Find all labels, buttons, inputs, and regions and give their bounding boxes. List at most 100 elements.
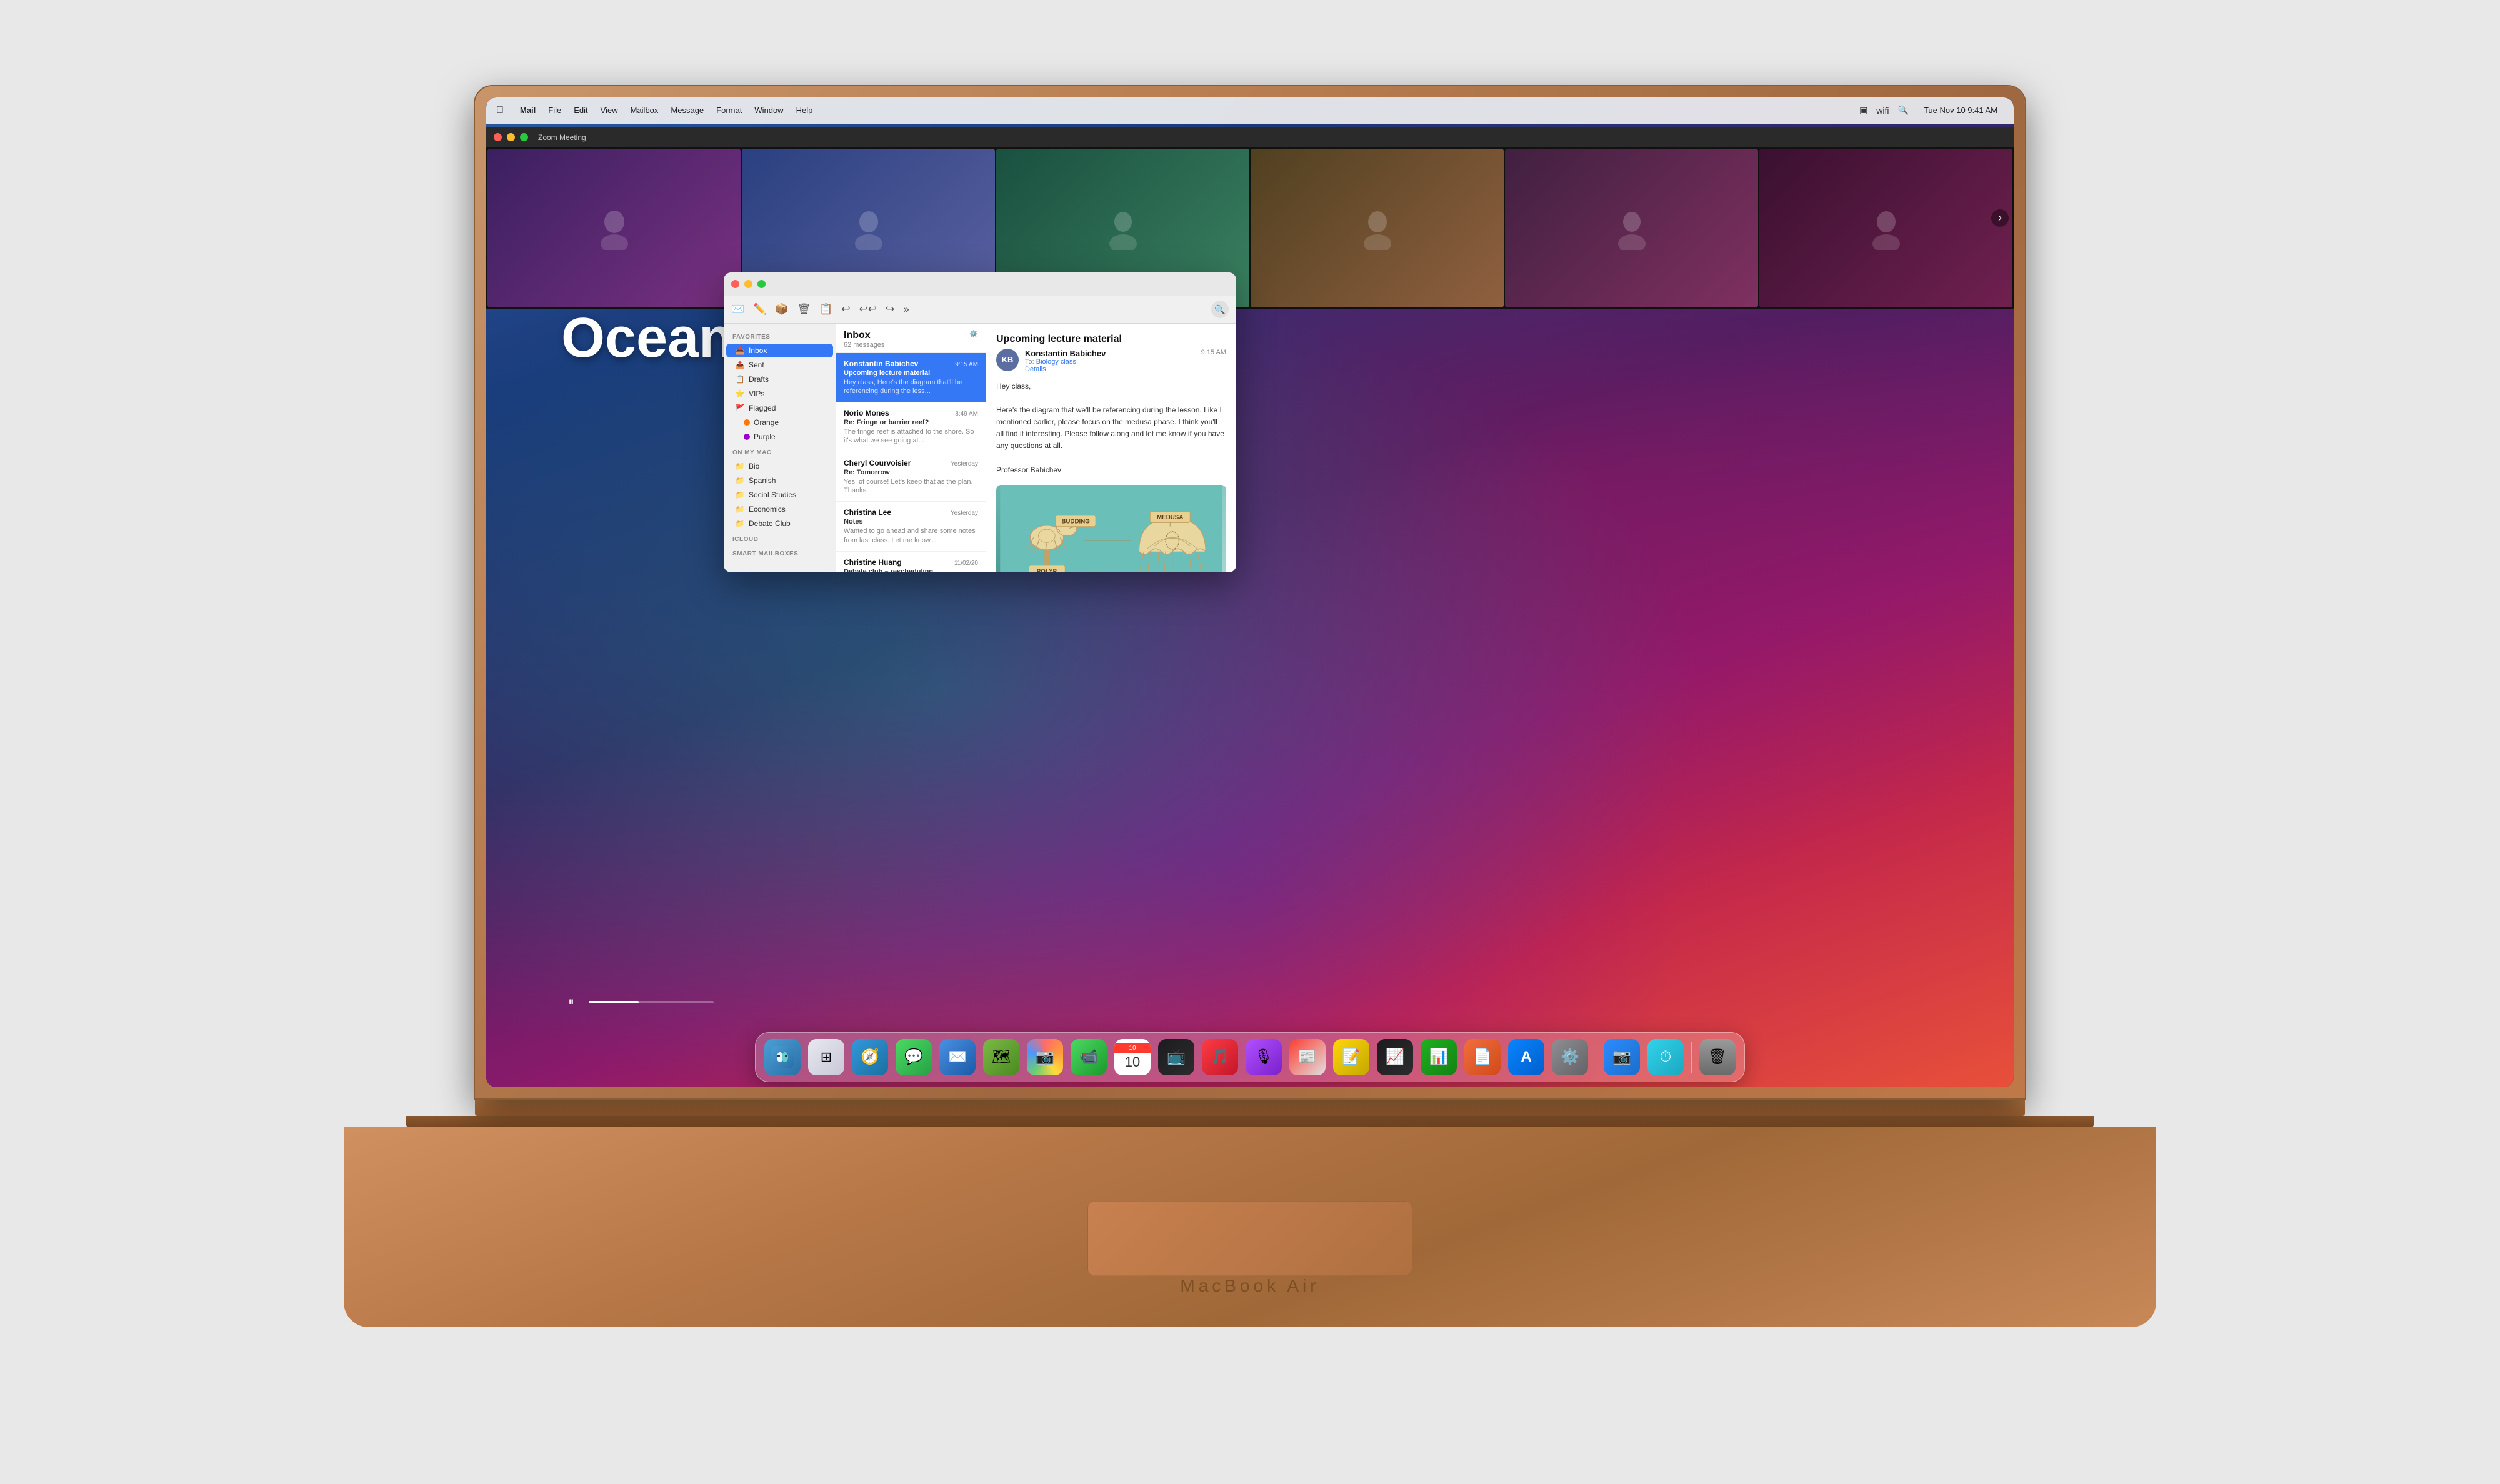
mail-item-2-preview: Yes, of course! Let's keep that as the p… xyxy=(844,477,978,495)
sort-button[interactable]: ⚙️ xyxy=(969,330,978,338)
sent-icon: 📤 xyxy=(735,361,745,369)
finder-icon xyxy=(764,1039,801,1075)
mail-item-0[interactable]: Konstantin Babichev 9:15 AM Upcoming lec… xyxy=(836,353,986,403)
mail-minimize-btn[interactable] xyxy=(744,280,752,288)
dock-finder[interactable] xyxy=(762,1037,803,1078)
sidebar-bio[interactable]: 📁 Bio xyxy=(726,459,833,473)
compose-icon[interactable]: ✏️ xyxy=(753,303,766,316)
dock-numbers[interactable]: 📊 xyxy=(1418,1037,1459,1078)
dock-appletv[interactable]: 📺 xyxy=(1156,1037,1197,1078)
calendar-icon: 10 10 xyxy=(1114,1039,1151,1075)
reply-icon[interactable]: ↩ xyxy=(841,303,850,316)
sidebar-sent[interactable]: 📤 Sent xyxy=(726,358,833,372)
dock-calendar[interactable]: 10 10 xyxy=(1112,1037,1153,1078)
dock-maps[interactable]: 🗺 xyxy=(981,1037,1022,1078)
dock-launchpad[interactable]: ⊞ xyxy=(806,1037,847,1078)
dock-messages[interactable]: 💬 xyxy=(893,1037,934,1078)
archive-icon[interactable]: 📦 xyxy=(775,303,788,316)
envelope-icon[interactable]: ✉️ xyxy=(731,303,744,316)
sidebar-purple[interactable]: Purple xyxy=(726,430,833,444)
dock-mail[interactable]: ✉️ xyxy=(937,1037,978,1078)
dock-facetime[interactable]: 📹 xyxy=(1068,1037,1109,1078)
mail-close-btn[interactable] xyxy=(731,280,739,288)
dock-photos[interactable]: 📷 xyxy=(1024,1037,1066,1078)
mail-item-3[interactable]: Christina Lee Yesterday Notes Wanted to … xyxy=(836,502,986,552)
menubar-help[interactable]: Help xyxy=(790,106,819,115)
sidebar-vips[interactable]: ⭐ VIPs xyxy=(726,387,833,401)
sidebar-spanish[interactable]: 📁 Spanish xyxy=(726,474,833,487)
drafts-icon: 📋 xyxy=(735,375,745,384)
sidebar-flagged[interactable]: 🚩 Flagged xyxy=(726,401,833,415)
sidebar-debate-club[interactable]: 📁 Debate Club xyxy=(726,517,833,530)
mail-item-2[interactable]: Cheryl Courvoisier Yesterday Re: Tomorro… xyxy=(836,452,986,502)
zoom-next-arrow[interactable]: › xyxy=(1991,209,2009,227)
dock-podcasts[interactable]: 🎙 xyxy=(1243,1037,1284,1078)
menubar-clock: Tue Nov 10 9:41 AM xyxy=(1918,106,2004,115)
forward-icon[interactable]: ↪ xyxy=(886,303,894,316)
details-link[interactable]: Details xyxy=(1025,366,1195,373)
mail-window: ✉️ ✏️ 📦 🗑 📋 ↩ ↩↩ ↪ » 🔍 xyxy=(724,272,1236,572)
detail-to-address[interactable]: Biology class xyxy=(1036,358,1076,366)
podcasts-icon: 🎙 xyxy=(1246,1039,1282,1075)
menubar-message[interactable]: Message xyxy=(664,106,710,115)
menubar-format[interactable]: Format xyxy=(710,106,748,115)
sidebar-social-studies[interactable]: 📁 Social Studies xyxy=(726,488,833,502)
folder-social-icon: 📁 xyxy=(735,491,745,499)
mail-detail-meta: KB Konstantin Babichev To: Biology class… xyxy=(996,349,1226,373)
sidebar-orange[interactable]: Orange xyxy=(726,416,833,429)
appstore-icon: A xyxy=(1508,1039,1544,1075)
zoom-close-btn[interactable] xyxy=(494,133,502,141)
mail-detail-body: Hey class, Here's the diagram that we'll… xyxy=(996,381,1226,477)
inbox-label: Inbox xyxy=(749,346,767,355)
more-icon[interactable]: » xyxy=(903,303,909,316)
macbook-touchpad[interactable] xyxy=(1088,1201,1412,1276)
sidebar-inbox[interactable]: 📥 Inbox xyxy=(726,344,833,357)
zoom-maximize-btn[interactable] xyxy=(520,133,528,141)
dock-screentime[interactable]: ⏱ xyxy=(1645,1037,1686,1078)
sidebar-economics[interactable]: 📁 Economics xyxy=(726,502,833,516)
sender-avatar: KB xyxy=(996,349,1019,371)
menubar-view[interactable]: View xyxy=(594,106,624,115)
mail-item-1[interactable]: Norio Mones 8:49 AM Re: Fringe or barrie… xyxy=(836,402,986,452)
menubar-file[interactable]: File xyxy=(542,106,568,115)
dock-zoom[interactable]: 📷 xyxy=(1601,1037,1642,1078)
apple-menu[interactable]:  xyxy=(496,105,504,116)
mail-item-1-subject: Re: Fringe or barrier reef? xyxy=(844,419,978,426)
dock-appstore[interactable]: A xyxy=(1506,1037,1547,1078)
search-button[interactable]: 🔍 xyxy=(1211,301,1229,318)
dock-music[interactable]: 🎵 xyxy=(1199,1037,1241,1078)
menubar-window[interactable]: Window xyxy=(748,106,789,115)
dock-pages[interactable]: 📄 xyxy=(1462,1037,1503,1078)
dock-safari[interactable]: 🧭 xyxy=(849,1037,891,1078)
mail-item-3-header: Christina Lee Yesterday xyxy=(844,508,978,517)
screentime-icon: ⏱ xyxy=(1648,1039,1684,1075)
stocks-icon: 📈 xyxy=(1377,1039,1413,1075)
mail-item-4[interactable]: Christine Huang 11/02/20 Debate club – r… xyxy=(836,552,986,572)
trash-icon[interactable]: 🗑 xyxy=(798,303,811,316)
mail-list: ⚙️ Inbox 62 messages Konstantin Babichev… xyxy=(836,324,986,572)
menubar-app[interactable]: Mail xyxy=(514,106,542,115)
svg-text:MEDUSA: MEDUSA xyxy=(1157,514,1183,521)
search-menubar-icon[interactable]: 🔍 xyxy=(1898,105,1909,116)
mail-dock-icon: ✉️ xyxy=(939,1039,976,1075)
move-icon[interactable]: 📋 xyxy=(819,303,832,316)
reply-all-icon[interactable]: ↩↩ xyxy=(859,303,878,316)
dock-notes[interactable]: 📝 xyxy=(1331,1037,1372,1078)
menubar-mailbox[interactable]: Mailbox xyxy=(624,106,665,115)
mail-item-4-subject: Debate club – rescheduling xyxy=(844,568,978,572)
video-controls[interactable]: ⏸ xyxy=(561,992,714,1012)
menubar-edit[interactable]: Edit xyxy=(568,106,594,115)
dock-news[interactable]: 📰 xyxy=(1287,1037,1328,1078)
sent-label: Sent xyxy=(749,361,764,369)
sidebar-drafts[interactable]: 📋 Drafts xyxy=(726,372,833,386)
mail-item-1-time: 8:49 AM xyxy=(955,411,978,417)
mail-maximize-btn[interactable] xyxy=(758,280,766,288)
dock: ⊞ 🧭 💬 ✉️ xyxy=(755,1032,1745,1082)
dock-stocks[interactable]: 📈 xyxy=(1374,1037,1416,1078)
dock-trash[interactable]: 🗑 xyxy=(1697,1037,1738,1078)
progress-bar[interactable] xyxy=(589,1001,714,1003)
debate-club-label: Debate Club xyxy=(749,519,791,528)
pause-button[interactable]: ⏸ xyxy=(561,992,581,1012)
zoom-minimize-btn[interactable] xyxy=(507,133,515,141)
dock-settings[interactable]: ⚙️ xyxy=(1549,1037,1591,1078)
